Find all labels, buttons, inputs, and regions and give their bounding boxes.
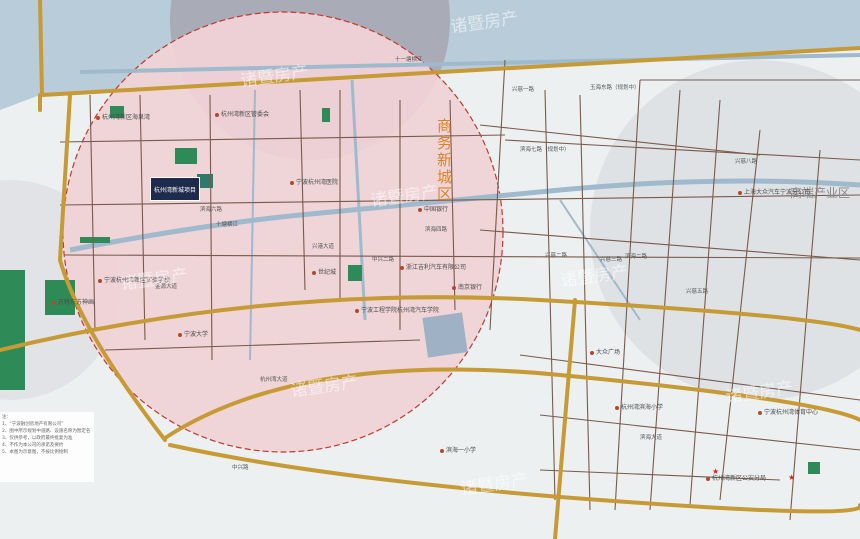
road-label: 兴慈八路 (735, 159, 758, 165)
green-park-7 (808, 462, 820, 474)
poi-label[interactable]: 宁波杭州湾医院 (290, 180, 338, 186)
disclaimer-line: 3、仅供参考，以政府最终批复为准 (2, 436, 73, 441)
poi-label[interactable]: 世纪城 (312, 270, 336, 276)
poi-label[interactable]: 杭州湾滨海小学 (615, 405, 663, 411)
landmark-star-icon: ★ (788, 473, 796, 482)
disclaimer-box: 注： 1、“宁波融创房地产有限公司” 2、图中所示规划中道路、设施名称为暂定名 … (0, 412, 94, 482)
road-label: 滨海大道 (640, 435, 663, 441)
disclaimer-line: 5、本图为示意图，不按比例绘制 (2, 450, 68, 455)
disclaimer-line: 1、“宁波融创房地产有限公司” (2, 422, 64, 427)
green-strip (80, 237, 110, 243)
poi-label[interactable]: 宁波杭州湾体育中心 (758, 410, 818, 416)
poi-label[interactable]: 滨海一小学 (440, 448, 476, 454)
poi-label[interactable]: 宁波工程学院杭州湾汽车学院 (355, 308, 439, 314)
green-park-2 (175, 148, 197, 164)
police-star-icon: ★ (712, 467, 720, 476)
poi-label[interactable]: 杭州湾新区公安分局 (706, 476, 766, 482)
poi-label[interactable]: 中国银行 (418, 207, 448, 213)
poi-label[interactable]: 杭州湾新区管委会 (215, 112, 269, 118)
road-label: 中兴路 (232, 465, 249, 471)
poi-label[interactable]: 大众广场 (590, 350, 620, 356)
lake (422, 312, 468, 358)
road-label: 中兴二路 (372, 257, 395, 263)
poi-label[interactable]: 浙江吉利汽车有限公司 (400, 265, 466, 271)
disclaimer-line: 2、图中所示规划中道路、设施名称为暂定名 (2, 429, 91, 434)
road-label: 玉海东路（规划中） (590, 85, 640, 91)
road-label: 兴慈五路 (686, 289, 709, 295)
road-label: 兴港大道 (312, 244, 335, 250)
road-label: 十塘横江 (216, 222, 239, 228)
poi-label[interactable]: 杭州湾新区海泉湾 (96, 115, 150, 121)
road-label: 杭州湾大道 (260, 377, 288, 383)
road-label: 滨海四路 (425, 227, 448, 233)
road-label: 滨海二路 (625, 254, 648, 260)
poi-label[interactable]: 上海大众汽车宁波分公司 (738, 190, 810, 196)
green-west (0, 270, 25, 390)
road-label: 兴慈一路 (512, 87, 535, 93)
road-label: 兴慈二路 (545, 253, 568, 259)
road-label: 滨海六路 (200, 207, 223, 213)
disclaimer-line: 4、不作为本公司的承诺及要约 (2, 443, 64, 448)
poi-label[interactable]: 南京银行 (452, 285, 482, 291)
road-label: 滨海七路（规划中） (520, 147, 570, 153)
poi-label[interactable]: 宁波大学 (178, 332, 208, 338)
green-park-5 (348, 265, 362, 281)
city-planning-map: 商务新城区 高端产业区 杭州湾新城项目 十一塘横江 玉海东路（规划中） 滨海七路… (0, 0, 860, 539)
poi-label[interactable]: 方特东方神画 (52, 300, 94, 306)
disclaimer-line: 注： (2, 415, 11, 420)
green-park-4 (322, 108, 330, 122)
road-label: 十一塘横江 (395, 57, 423, 63)
project-marker[interactable]: 杭州湾新城项目 (150, 177, 200, 201)
